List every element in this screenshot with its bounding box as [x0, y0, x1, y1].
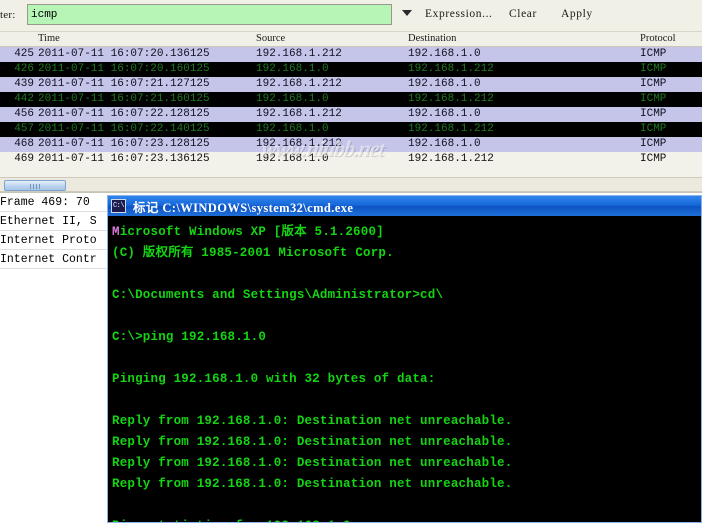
packet-cell-protocol: ICMP	[640, 138, 667, 150]
packet-cell-destination: 192.168.1.212	[408, 93, 494, 105]
cmd-output-line: Pinging 192.168.1.0 with 32 bytes of dat…	[112, 372, 436, 386]
packet-cell-protocol: ICMP	[640, 93, 667, 105]
packet-cell-source: 192.168.1.0	[256, 123, 329, 135]
packet-cell-time: 2011-07-11 16:07:20.136125	[38, 48, 210, 60]
horizontal-scrollbar[interactable]	[0, 177, 702, 192]
packet-cell-time: 2011-07-11 16:07:21.160125	[38, 93, 210, 105]
packet-cell-time: 2011-07-11 16:07:22.140125	[38, 123, 210, 135]
packet-row[interactable]: 426 2011-07-11 16:07:20.160125 192.168.1.0…	[0, 62, 702, 77]
cmd-output-line: Reply from 192.168.1.0: Destination net …	[112, 456, 513, 470]
packet-cell-time: 2011-07-11 16:07:23.136125	[38, 153, 210, 165]
packet-cell-protocol: ICMP	[640, 153, 667, 165]
cmd-title-bar[interactable]: C:\ 标记 C:\WINDOWS\system32\cmd.exe	[108, 196, 701, 216]
filter-toolbar: ter: Expression... Clear Apply	[0, 0, 702, 32]
cmd-output-line: Reply from 192.168.1.0: Destination net …	[112, 414, 513, 428]
packet-row[interactable]: 468 2011-07-11 16:07:23.128125 192.168.1.2…	[0, 137, 702, 152]
packet-cell-destination: 192.168.1.0	[408, 48, 481, 60]
cmd-output-line: (C) 版权所有 1985-2001 Microsoft Corp.	[112, 246, 394, 260]
packet-cell-source: 192.168.1.0	[256, 153, 329, 165]
packet-cell-time: 2011-07-11 16:07:23.128125	[38, 138, 210, 150]
cmd-output-line: Microsoft Windows XP [版本 5.1.2600]	[112, 225, 384, 239]
clear-button[interactable]: Clear	[509, 8, 537, 20]
console-icon: C:\	[111, 199, 126, 213]
packet-cell-source: 192.168.1.212	[256, 48, 342, 60]
column-header-source[interactable]: Source	[256, 33, 285, 44]
packet-cell-no: 457	[14, 123, 34, 135]
packet-cell-time: 2011-07-11 16:07:22.128125	[38, 108, 210, 120]
packet-cell-destination: 192.168.1.0	[408, 138, 481, 150]
cmd-cursor-highlight: M	[112, 225, 120, 239]
packet-cell-source: 192.168.1.212	[256, 108, 342, 120]
packet-cell-source: 192.168.1.212	[256, 78, 342, 90]
cmd-console-output[interactable]: Microsoft Windows XP [版本 5.1.2600] (C) 版权…	[108, 216, 701, 522]
packet-cell-protocol: ICMP	[640, 48, 667, 60]
packet-row[interactable]: 442 2011-07-11 16:07:21.160125 192.168.1.0…	[0, 92, 702, 107]
packet-cell-destination: 192.168.1.212	[408, 63, 494, 75]
column-header-protocol[interactable]: Protocol	[640, 33, 676, 44]
packet-cell-no: 439	[14, 78, 34, 90]
packet-cell-protocol: ICMP	[640, 108, 667, 120]
cmd-output-line: Reply from 192.168.1.0: Destination net …	[112, 435, 513, 449]
packet-cell-source: 192.168.1.0	[256, 93, 329, 105]
packet-cell-no: 425	[14, 48, 34, 60]
scrollbar-thumb[interactable]	[4, 180, 66, 191]
packet-cell-protocol: ICMP	[640, 63, 667, 75]
cmd-output-line	[112, 264, 701, 285]
packet-row[interactable]: 469 2011-07-11 16:07:23.136125 192.168.1.0…	[0, 152, 702, 167]
expression-button[interactable]: Expression...	[425, 8, 493, 20]
cmd-output-line	[112, 495, 701, 516]
packet-list-header: Time Source Destination Protocol	[0, 32, 702, 47]
packet-row[interactable]: 439 2011-07-11 16:07:21.127125 192.168.1.2…	[0, 77, 702, 92]
cmd-output-line: Reply from 192.168.1.0: Destination net …	[112, 477, 513, 491]
packet-cell-source: 192.168.1.212	[256, 138, 342, 150]
packet-cell-destination: 192.168.1.0	[408, 78, 481, 90]
packet-cell-destination: 192.168.1.0	[408, 108, 481, 120]
packet-cell-no: 468	[14, 138, 34, 150]
packet-cell-time: 2011-07-11 16:07:21.127125	[38, 78, 210, 90]
app-root: ter: Expression... Clear Apply Time Sour…	[0, 0, 702, 523]
command-prompt-window[interactable]: C:\ 标记 C:\WINDOWS\system32\cmd.exe Micro…	[107, 195, 702, 523]
packet-row[interactable]: 457 2011-07-11 16:07:22.140125 192.168.1.0…	[0, 122, 702, 137]
packet-cell-no: 456	[14, 108, 34, 120]
packet-cell-destination: 192.168.1.212	[408, 123, 494, 135]
cmd-output-line	[112, 306, 701, 327]
chevron-down-icon[interactable]	[402, 10, 412, 16]
packet-list-rows: 425 2011-07-11 16:07:20.136125 192.168.1.2…	[0, 47, 702, 167]
packet-cell-no: 426	[14, 63, 34, 75]
cmd-output-line	[112, 390, 701, 411]
cmd-window-title: 标记 C:\WINDOWS\system32\cmd.exe	[133, 200, 354, 215]
cmd-output-line	[112, 348, 701, 369]
apply-button[interactable]: Apply	[561, 8, 593, 20]
filter-label: ter:	[0, 9, 16, 21]
packet-row[interactable]: 456 2011-07-11 16:07:22.128125 192.168.1.2…	[0, 107, 702, 122]
filter-input[interactable]	[27, 4, 392, 25]
packet-cell-protocol: ICMP	[640, 78, 667, 90]
packet-list-pane[interactable]: Time Source Destination Protocol 425 2011…	[0, 32, 702, 177]
column-header-time[interactable]: Time	[38, 33, 60, 44]
packet-cell-destination: 192.168.1.212	[408, 153, 494, 165]
cmd-output-line: C:\Documents and Settings\Administrator>…	[112, 288, 444, 302]
packet-cell-no: 469	[14, 153, 34, 165]
packet-cell-source: 192.168.1.0	[256, 63, 329, 75]
packet-row[interactable]: 425 2011-07-11 16:07:20.136125 192.168.1.2…	[0, 47, 702, 62]
packet-cell-no: 442	[14, 93, 34, 105]
cmd-output-line: C:\>ping 192.168.1.0	[112, 330, 267, 344]
cmd-output-line: Ping statistics for 192.168.1.0:	[112, 516, 701, 522]
packet-cell-protocol: ICMP	[640, 123, 667, 135]
column-header-destination[interactable]: Destination	[408, 33, 456, 44]
packet-cell-time: 2011-07-11 16:07:20.160125	[38, 63, 210, 75]
